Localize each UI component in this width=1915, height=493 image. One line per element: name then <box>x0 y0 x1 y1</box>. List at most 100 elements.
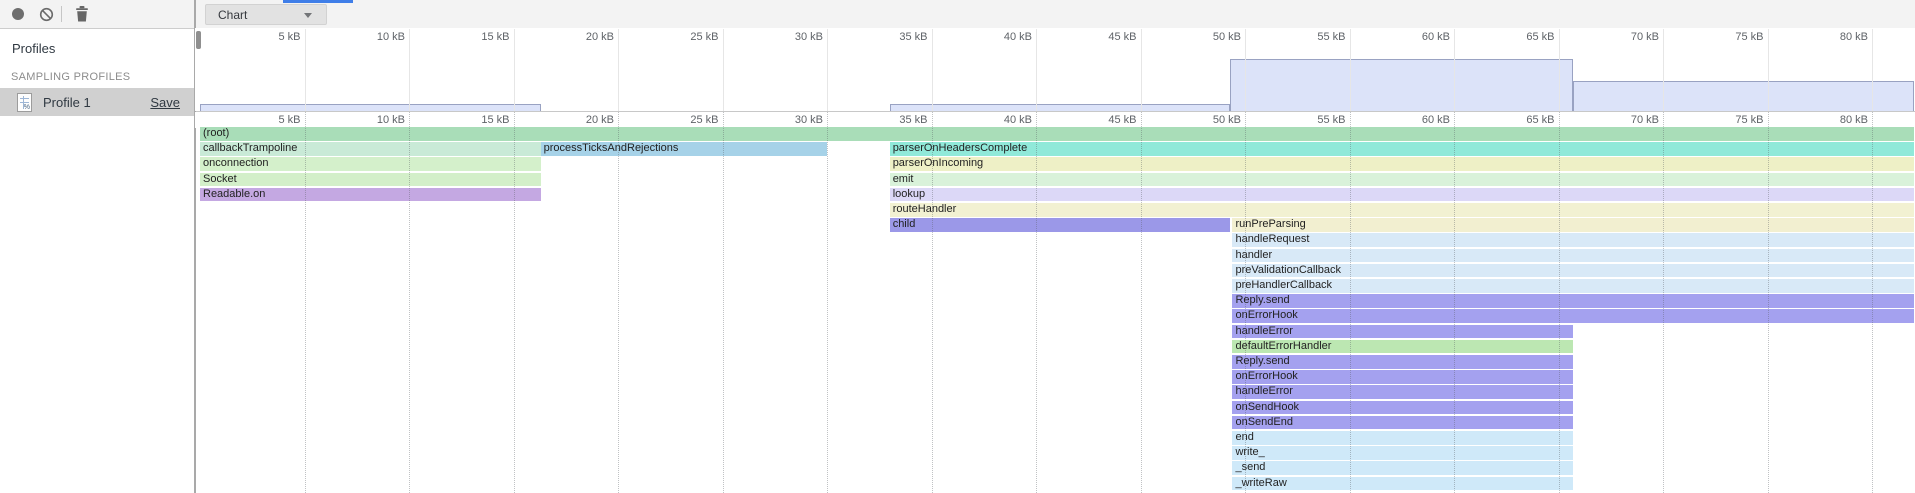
axis-tick-label: 55 kB <box>1266 31 1346 43</box>
flame-bar-child[interactable]: child <box>890 218 1231 232</box>
axis-tick-label: 5 kB <box>221 31 301 43</box>
flame-bar-lookup[interactable]: lookup <box>890 188 1914 202</box>
flame-bar-callbacktrampoline[interactable]: callbackTrampoline <box>200 142 541 156</box>
axis-tick-label: 20 kB <box>534 31 614 43</box>
gridline <box>618 29 619 111</box>
clear-button[interactable] <box>34 0 58 28</box>
gridline <box>1872 29 1873 111</box>
axis-tick-label: 15 kB <box>430 31 510 43</box>
gridline <box>1350 29 1351 111</box>
sidebar-section-header: SAMPLING PROFILES <box>11 71 130 83</box>
block-icon <box>39 7 54 22</box>
view-mode-select[interactable]: Chart <box>205 4 327 25</box>
toolbar-divider <box>61 6 62 22</box>
flame-bar-onsendhook[interactable]: onSendHook <box>1232 401 1573 415</box>
axis-tick-label: 30 kB <box>743 31 823 43</box>
gridline <box>514 29 515 111</box>
gridline <box>618 112 619 493</box>
flame-bar-reply-send[interactable]: Reply.send <box>1232 294 1913 308</box>
flame-bar-prevalidationcallback[interactable]: preValidationCallback <box>1232 264 1913 278</box>
gridline <box>723 112 724 493</box>
axis-tick-label: 75 kB <box>1684 114 1764 126</box>
sidebar-item-profile-1[interactable]: % Profile 1 Save <box>0 88 194 116</box>
flame-bar--root-[interactable]: (root) <box>200 127 1914 141</box>
flame-bar-defaulterrorhandler[interactable]: defaultErrorHandler <box>1232 340 1573 354</box>
flame-bar-socket[interactable]: Socket <box>200 173 541 187</box>
gridline <box>1663 29 1664 111</box>
axis-tick-label: 70 kB <box>1579 114 1659 126</box>
axis-tick-label: 80 kB <box>1788 114 1868 126</box>
gridline <box>1350 112 1351 493</box>
gridline <box>932 112 933 493</box>
gridline <box>1559 112 1560 493</box>
axis-tick-label: 40 kB <box>952 114 1032 126</box>
flame-bar-prehandlercallback[interactable]: preHandlerCallback <box>1232 279 1913 293</box>
flame-bar-onerrorhook[interactable]: onErrorHook <box>1232 309 1913 323</box>
save-profile-link[interactable]: Save <box>150 95 180 110</box>
gridline <box>932 29 933 111</box>
axis-tick-label: 75 kB <box>1684 31 1764 43</box>
flame-bar-handlerequest[interactable]: handleRequest <box>1232 233 1913 247</box>
flame-bar-runpreparsing[interactable]: runPreParsing <box>1232 218 1913 232</box>
gridline <box>1141 29 1142 111</box>
flame-bar-reply-send[interactable]: Reply.send <box>1232 355 1573 369</box>
flame-bar--writeraw[interactable]: _writeRaw <box>1232 477 1573 491</box>
axis-tick-label: 10 kB <box>325 114 405 126</box>
gridline <box>723 29 724 111</box>
flamechart-ruler: 5 kB10 kB15 kB20 kB25 kB30 kB35 kB40 kB4… <box>195 112 1915 128</box>
axis-tick-label: 50 kB <box>1161 114 1241 126</box>
axis-tick-label: 35 kB <box>848 114 928 126</box>
gridline <box>1245 29 1246 111</box>
gridline <box>409 29 410 111</box>
flame-bar-parseronheaderscomplete[interactable]: parserOnHeadersComplete <box>890 142 1914 156</box>
profile-name: Profile 1 <box>43 95 91 110</box>
flame-bar-parseronincoming[interactable]: parserOnIncoming <box>890 157 1914 171</box>
flame-bar-handleerror[interactable]: handleError <box>1232 325 1573 339</box>
overview-memory-step <box>200 104 541 111</box>
gridline <box>514 112 515 493</box>
gridline <box>1036 29 1037 111</box>
gridline <box>1454 112 1455 493</box>
trash-icon <box>75 6 89 22</box>
gridline <box>1036 112 1037 493</box>
record-button[interactable] <box>6 0 30 28</box>
axis-tick-label: 60 kB <box>1370 31 1450 43</box>
flame-bar-handler[interactable]: handler <box>1232 249 1913 263</box>
gridline <box>827 29 828 111</box>
profile-icon: % <box>17 93 32 112</box>
flame-bar-handleerror[interactable]: handleError <box>1232 385 1573 399</box>
axis-tick-label: 30 kB <box>743 114 823 126</box>
axis-tick-label: 25 kB <box>639 114 719 126</box>
axis-tick-label: 65 kB <box>1475 114 1555 126</box>
record-icon <box>12 8 24 20</box>
axis-tick-label: 15 kB <box>430 114 510 126</box>
flame-bar-emit[interactable]: emit <box>890 173 1914 187</box>
axis-tick-label: 5 kB <box>221 114 301 126</box>
axis-tick-label: 70 kB <box>1579 31 1659 43</box>
gridline <box>1245 112 1246 493</box>
flame-bar-onconnection[interactable]: onconnection <box>200 157 541 171</box>
flame-bar-onerrorhook[interactable]: onErrorHook <box>1232 370 1573 384</box>
flame-bar-processticksandrejections[interactable]: processTicksAndRejections <box>541 142 827 156</box>
flame-bar-readable-on[interactable]: Readable.on <box>200 188 541 202</box>
gridline <box>1872 112 1873 493</box>
delete-profile-button[interactable] <box>70 0 94 28</box>
axis-tick-label: 20 kB <box>534 114 614 126</box>
overview-window-grip[interactable] <box>196 31 201 49</box>
flame-bar--send[interactable]: _send <box>1232 461 1573 475</box>
gridline <box>305 112 306 493</box>
gridline <box>1768 112 1769 493</box>
flame-bar-write-[interactable]: write_ <box>1232 446 1573 460</box>
memory-overview-pane[interactable] <box>195 45 1915 111</box>
gridline <box>1141 112 1142 493</box>
flame-bar-onsendend[interactable]: onSendEnd <box>1232 416 1573 430</box>
overview-memory-step <box>890 104 1231 111</box>
flame-bar-routehandler[interactable]: routeHandler <box>890 203 1914 217</box>
gridline <box>305 29 306 111</box>
axis-tick-label: 40 kB <box>952 31 1032 43</box>
toolbar: Chart <box>0 0 1915 29</box>
axis-tick-label: 50 kB <box>1161 31 1241 43</box>
flame-bar-end[interactable]: end <box>1232 431 1573 445</box>
accent-indicator <box>283 0 353 3</box>
overview-ruler: 5 kB10 kB15 kB20 kB25 kB30 kB35 kB40 kB4… <box>195 28 1915 45</box>
